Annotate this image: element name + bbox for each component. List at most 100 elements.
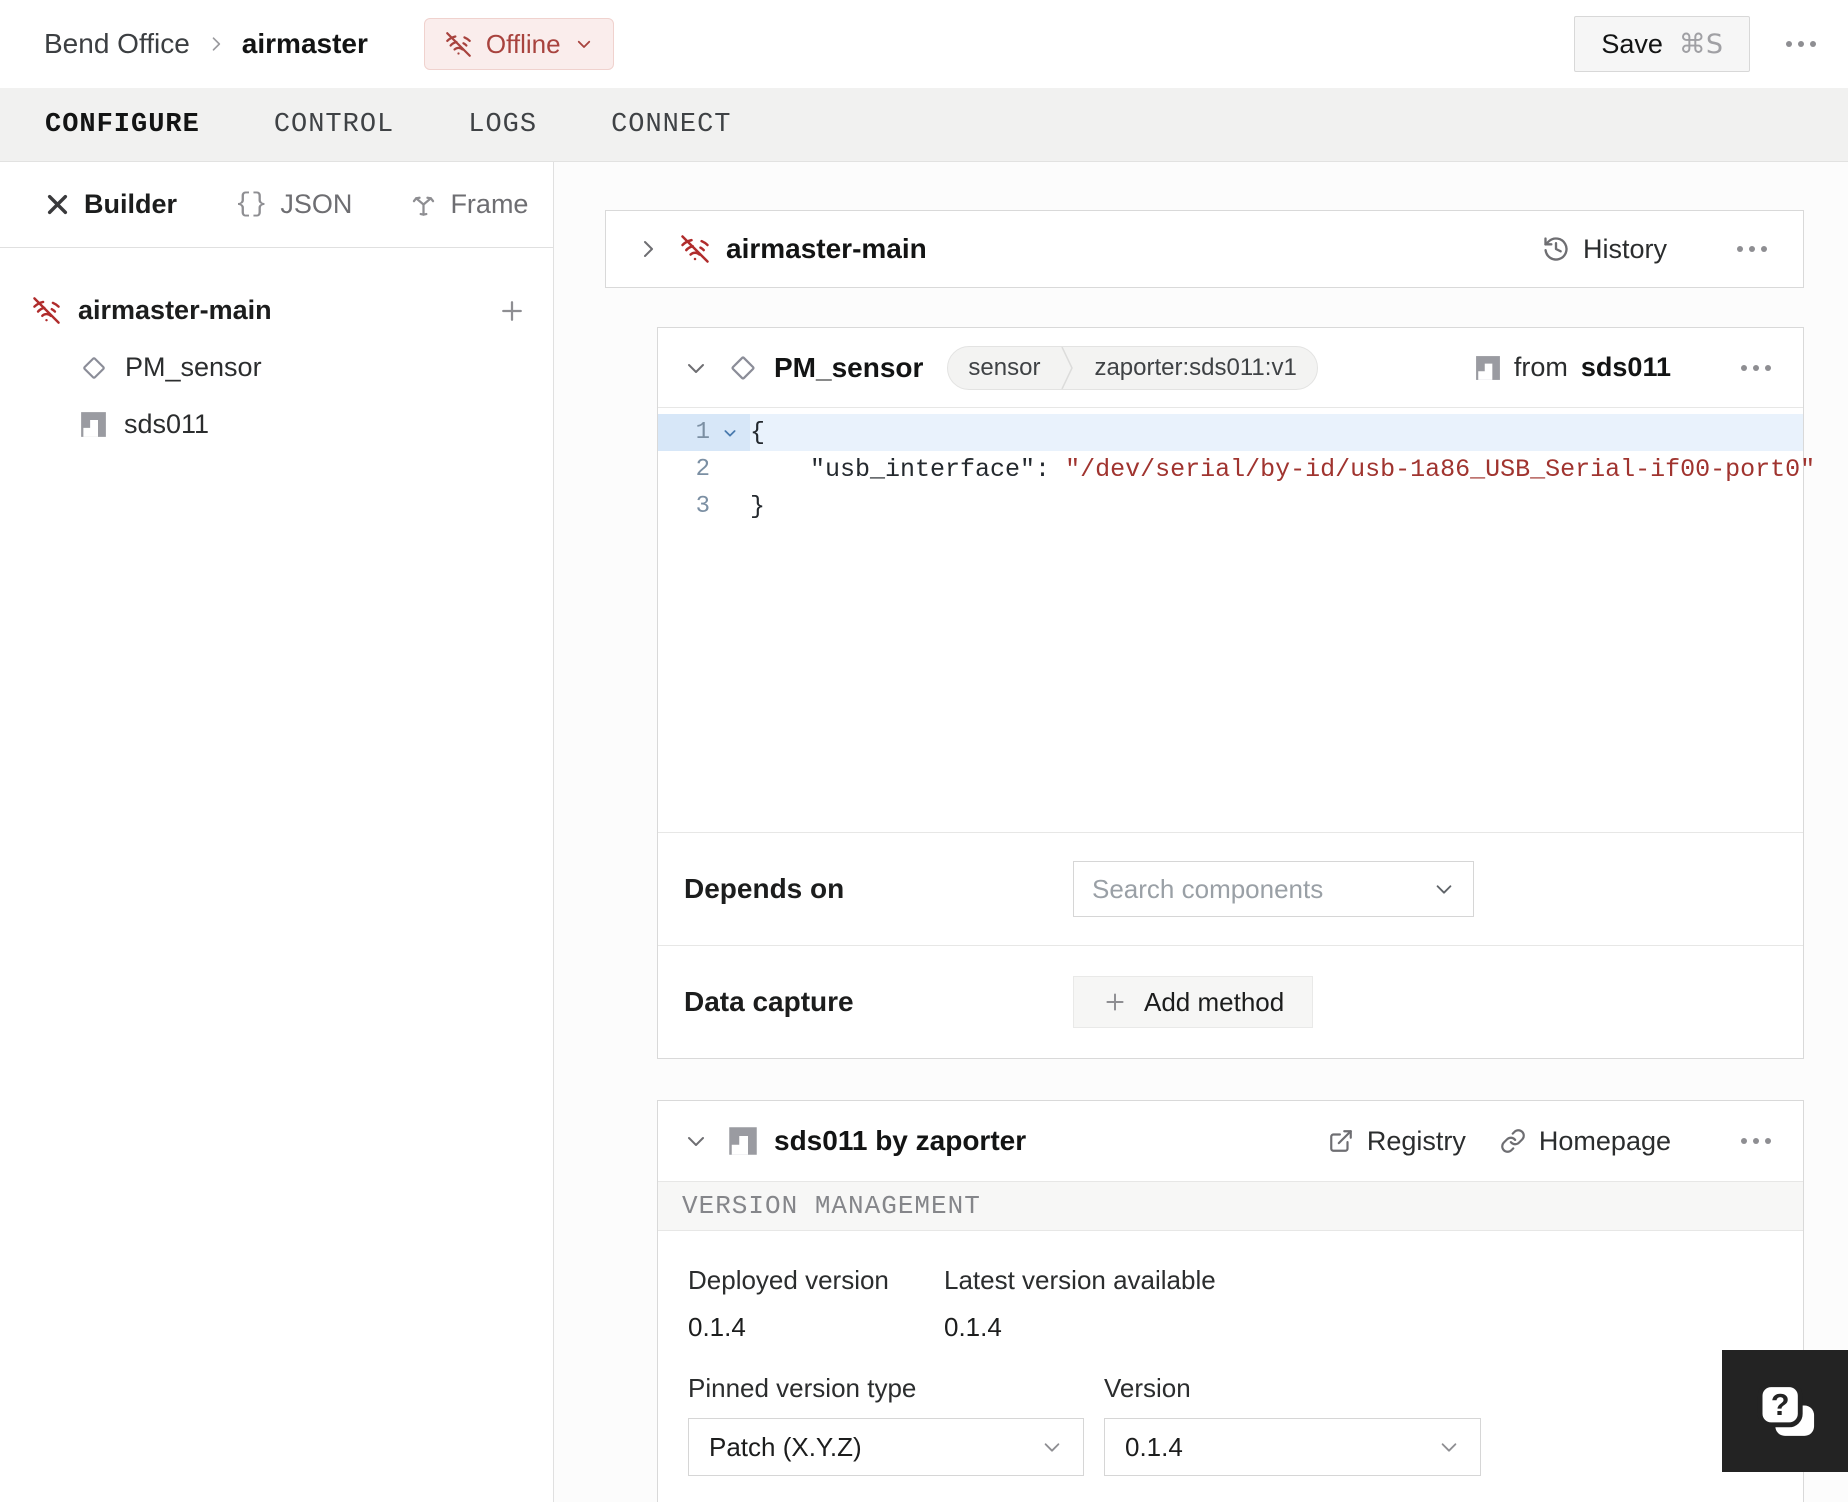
machine-part-card: airmaster-main History xyxy=(605,210,1804,288)
version-select[interactable]: 0.1.4 xyxy=(1104,1418,1481,1476)
content-area: Builder {} JSON Frame airmaster-main PM_… xyxy=(0,162,1848,1502)
braces-icon: {} xyxy=(235,189,268,220)
mode-json-label: JSON xyxy=(280,189,353,219)
machine-part-title: airmaster-main xyxy=(726,233,927,264)
help-button[interactable]: ? xyxy=(1722,1350,1848,1472)
homepage-label: Homepage xyxy=(1538,1125,1671,1156)
mode-builder-label: Builder xyxy=(84,189,178,219)
chevron-down-icon xyxy=(575,35,593,53)
machine-part-kebab-menu[interactable] xyxy=(1727,236,1777,262)
machine-config-page: Bend Office airmaster Offline Save ⌘S CO… xyxy=(0,0,1848,1502)
module-card-header: sds011 by zaporter Registry Homepage xyxy=(658,1101,1803,1181)
pinned-version-type-select[interactable]: Patch (X.Y.Z) xyxy=(688,1418,1084,1476)
chevron-down-icon xyxy=(1438,1436,1460,1458)
latest-version-label: Latest version available xyxy=(944,1265,1216,1295)
mode-frame-label: Frame xyxy=(450,189,529,219)
breadcrumb-chevron-icon xyxy=(206,34,226,54)
line-number: 2 xyxy=(695,456,710,483)
tree-item-label: sds011 xyxy=(124,409,210,439)
breadcrumb: Bend Office airmaster xyxy=(44,28,368,60)
component-tree: airmaster-main PM_sensor sds011 xyxy=(0,248,553,453)
mode-frame[interactable]: Frame xyxy=(410,189,528,220)
svg-text:?: ? xyxy=(1771,1388,1790,1422)
pm-sensor-component-card: PM_sensor sensor zaporter:sds011:v1 from… xyxy=(657,327,1815,1059)
mode-json[interactable]: {} JSON xyxy=(235,189,352,220)
tab-configure[interactable]: CONFIGURE xyxy=(45,110,200,140)
history-button[interactable]: History xyxy=(1542,234,1667,265)
badge-divider-icon xyxy=(1060,346,1074,389)
tree-item-label: PM_sensor xyxy=(125,352,262,382)
collapse-module-chevron-icon[interactable] xyxy=(680,1125,712,1157)
collapse-component-chevron-icon[interactable] xyxy=(680,352,712,384)
save-shortcut: ⌘S xyxy=(1678,28,1723,60)
breadcrumb-machine-name: airmaster xyxy=(241,28,368,59)
registry-link[interactable]: Registry xyxy=(1328,1126,1466,1157)
breadcrumb-location-link[interactable]: Bend Office xyxy=(44,28,190,60)
tree-item-machine-part[interactable]: airmaster-main xyxy=(0,282,553,339)
kebab-menu-icon xyxy=(1737,246,1767,252)
version-value: 0.1.4 xyxy=(1125,1431,1183,1462)
code-text: } xyxy=(750,492,766,521)
component-title: PM_sensor xyxy=(774,351,924,383)
registry-label: Registry xyxy=(1366,1125,1466,1156)
tree-item-sds011[interactable]: sds011 xyxy=(0,396,553,453)
tab-control[interactable]: CONTROL xyxy=(274,110,394,140)
save-button[interactable]: Save ⌘S xyxy=(1574,16,1750,72)
module-title: sds011 by zaporter xyxy=(774,1125,1027,1156)
tree-item-label: airmaster-main xyxy=(78,295,272,325)
module-icon xyxy=(80,411,107,438)
line-number: 3 xyxy=(695,493,710,520)
version-label: Version xyxy=(1104,1373,1191,1403)
add-component-button[interactable] xyxy=(497,296,527,326)
code-text: { xyxy=(750,418,766,447)
history-label: History xyxy=(1582,233,1667,264)
component-type-badge: sensor xyxy=(968,353,1041,381)
attributes-json-editor[interactable]: 1 { 2 "usb_interface": "/dev/serial/by-i… xyxy=(658,408,1815,832)
from-prefix: from xyxy=(1513,352,1568,382)
component-diamond-icon xyxy=(728,353,758,383)
code-line: 3 } xyxy=(658,488,1803,525)
depends-on-select[interactable]: Search components xyxy=(1073,861,1474,917)
wifi-off-icon xyxy=(445,31,472,58)
tab-logs[interactable]: LOGS xyxy=(468,110,537,140)
version-management-header: VERSION MANAGEMENT xyxy=(658,1181,1803,1231)
expand-machine-part-chevron-icon[interactable] xyxy=(632,233,664,265)
history-icon xyxy=(1542,235,1570,263)
data-capture-section: Data capture Add method xyxy=(658,945,1803,1058)
machine-status-label: Offline xyxy=(485,28,561,59)
from-module-link[interactable]: from sds011 xyxy=(1475,352,1671,383)
mode-builder[interactable]: Builder xyxy=(44,189,177,220)
code-key: "usb_interface": xyxy=(810,455,1051,484)
sds011-module-card: sds011 by zaporter Registry Homepage VER… xyxy=(657,1100,1804,1502)
config-sidebar: Builder {} JSON Frame airmaster-main PM_… xyxy=(0,162,554,1502)
primary-tab-bar: CONFIGURE CONTROL LOGS CONNECT xyxy=(0,88,1848,162)
tree-item-pm-sensor[interactable]: PM_sensor xyxy=(0,339,553,396)
add-method-button[interactable]: Add method xyxy=(1073,976,1314,1028)
plus-icon xyxy=(1102,989,1128,1015)
module-kebab-menu[interactable] xyxy=(1731,1128,1781,1154)
save-label: Save xyxy=(1601,28,1663,59)
topbar-kebab-menu[interactable] xyxy=(1776,31,1826,57)
code-line: 1 { xyxy=(658,414,1803,451)
version-management-title: VERSION MANAGEMENT xyxy=(682,1191,981,1221)
tools-icon xyxy=(44,191,71,218)
tab-connect[interactable]: CONNECT xyxy=(611,110,731,140)
chevron-down-icon xyxy=(1433,878,1455,900)
kebab-menu-icon xyxy=(1786,41,1816,47)
frame-axes-icon xyxy=(410,191,437,218)
depends-on-section: Depends on Search components xyxy=(658,832,1803,945)
line-number: 1 xyxy=(695,419,710,446)
config-main-panel: airmaster-main History PM_sensor sensor … xyxy=(554,162,1848,1502)
deployed-version-value: 0.1.4 xyxy=(688,1312,746,1342)
latest-version-value: 0.1.4 xyxy=(944,1312,1002,1342)
component-kebab-menu[interactable] xyxy=(1731,355,1781,381)
fold-chevron-icon[interactable] xyxy=(710,425,750,441)
component-model-badge: zaporter:sds011:v1 xyxy=(1094,353,1297,381)
machine-status-dropdown[interactable]: Offline xyxy=(423,18,614,70)
top-bar: Bend Office airmaster Offline Save ⌘S xyxy=(0,0,1848,88)
data-capture-label: Data capture xyxy=(684,986,854,1017)
link-icon xyxy=(1500,1128,1526,1154)
homepage-link[interactable]: Homepage xyxy=(1500,1126,1671,1157)
module-icon xyxy=(1475,355,1501,381)
pinned-version-type-label: Pinned version type xyxy=(688,1373,917,1403)
